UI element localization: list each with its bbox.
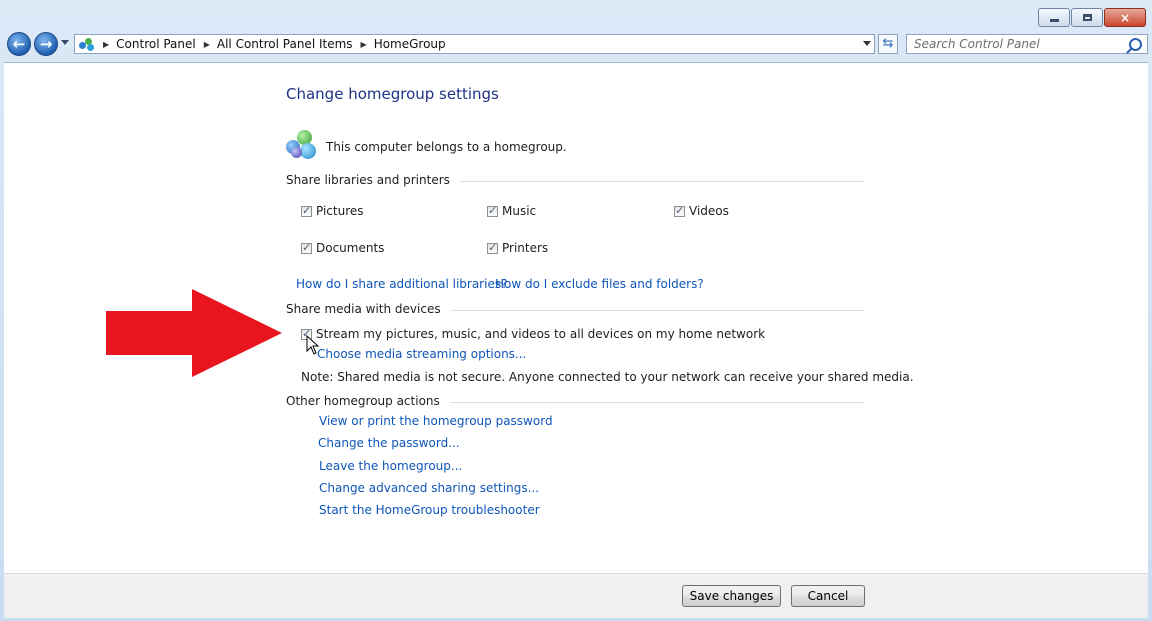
security-note: Note: Shared media is not secure. Anyone… <box>301 370 914 384</box>
action-view-password[interactable]: View or print the homegroup password <box>319 414 553 428</box>
checkbox-label[interactable]: Music <box>502 204 536 218</box>
action-leave-homegroup[interactable]: Leave the homegroup... <box>319 459 462 473</box>
refresh-button[interactable]: ⇆ <box>878 34 898 54</box>
breadcrumb-separator-icon[interactable]: ▶ <box>204 40 210 49</box>
close-icon: × <box>1119 10 1131 25</box>
homegroup-status-text: This computer belongs to a homegroup. <box>326 140 567 154</box>
mouse-cursor-icon <box>306 335 320 355</box>
action-change-password[interactable]: Change the password... <box>318 436 460 450</box>
checkbox-videos[interactable]: Videos <box>674 204 729 218</box>
search-box[interactable] <box>906 34 1148 54</box>
address-bar[interactable]: ▶ Control Panel ▶ All Control Panel Item… <box>74 34 875 54</box>
checkbox-checked-icon[interactable] <box>674 204 685 217</box>
checkbox-label[interactable]: Printers <box>502 241 548 255</box>
forward-button[interactable]: → <box>34 32 58 56</box>
breadcrumb-separator-icon[interactable]: ▶ <box>103 40 109 49</box>
back-button[interactable]: ← <box>7 32 31 56</box>
content-pane: Change homegroup settings This computer … <box>4 62 1148 573</box>
minimize-button[interactable] <box>1038 8 1070 27</box>
section-share-libraries: Share libraries and printers <box>286 173 864 189</box>
action-advanced-sharing[interactable]: Change advanced sharing settings... <box>319 481 539 495</box>
section-heading: Share libraries and printers <box>286 173 460 187</box>
help-link-exclude-files[interactable]: How do I exclude files and folders? <box>495 277 704 291</box>
window-frame: × ← → ▶ Control Panel ▶ All Control Pane… <box>0 0 1152 621</box>
cancel-button[interactable]: Cancel <box>791 585 865 607</box>
navigation-bar: ← → ▶ Control Panel ▶ All Control Panel … <box>4 32 1148 56</box>
checkbox-pictures[interactable]: Pictures <box>301 204 364 218</box>
checkbox-checked-icon[interactable] <box>487 241 498 254</box>
checkbox-label[interactable]: Pictures <box>316 204 364 218</box>
checkbox-checked-icon[interactable] <box>487 204 498 217</box>
action-troubleshooter[interactable]: Start the HomeGroup troubleshooter <box>319 503 540 517</box>
checkbox-label[interactable]: Videos <box>689 204 729 218</box>
save-changes-button[interactable]: Save changes <box>682 585 781 607</box>
recent-pages-dropdown-icon[interactable] <box>61 40 69 45</box>
checkbox-music[interactable]: Music <box>487 204 536 218</box>
address-dropdown-icon[interactable] <box>863 41 871 46</box>
section-share-media: Share media with devices <box>286 302 864 318</box>
help-link-share-libraries[interactable]: How do I share additional libraries? <box>296 277 507 291</box>
breadcrumb-control-panel[interactable]: Control Panel <box>116 37 196 51</box>
minimize-icon <box>1049 18 1059 22</box>
forward-arrow-icon: → <box>39 35 53 53</box>
homegroup-icon <box>286 130 320 160</box>
page-title: Change homegroup settings <box>286 85 499 103</box>
breadcrumb-all-items[interactable]: All Control Panel Items <box>217 37 353 51</box>
checkbox-label[interactable]: Stream my pictures, music, and videos to… <box>316 327 765 341</box>
search-input[interactable] <box>907 35 1124 53</box>
maximize-icon <box>1082 14 1092 21</box>
checkbox-printers[interactable]: Printers <box>487 241 548 255</box>
refresh-icon: ⇆ <box>882 36 894 51</box>
checkbox-checked-icon[interactable] <box>301 241 312 254</box>
breadcrumb-homegroup[interactable]: HomeGroup <box>374 37 446 51</box>
close-button[interactable]: × <box>1104 8 1146 27</box>
checkbox-stream-media[interactable]: Stream my pictures, music, and videos to… <box>301 327 765 341</box>
checkbox-label[interactable]: Documents <box>316 241 384 255</box>
media-streaming-options-link[interactable]: Choose media streaming options... <box>317 347 526 361</box>
back-arrow-icon: ← <box>12 35 26 53</box>
maximize-button[interactable] <box>1071 8 1103 27</box>
section-other-actions: Other homegroup actions <box>286 394 864 410</box>
checkbox-checked-icon[interactable] <box>301 204 312 217</box>
section-heading: Share media with devices <box>286 302 451 316</box>
search-icon[interactable] <box>1129 38 1142 51</box>
checkbox-documents[interactable]: Documents <box>301 241 384 255</box>
footer-bar: Save changes Cancel <box>4 573 1148 618</box>
breadcrumb-separator-icon[interactable]: ▶ <box>361 40 367 49</box>
control-panel-icon <box>79 37 95 51</box>
section-heading: Other homegroup actions <box>286 394 450 408</box>
red-arrow-annotation-icon <box>106 289 282 377</box>
caption-buttons: × <box>1038 8 1146 27</box>
